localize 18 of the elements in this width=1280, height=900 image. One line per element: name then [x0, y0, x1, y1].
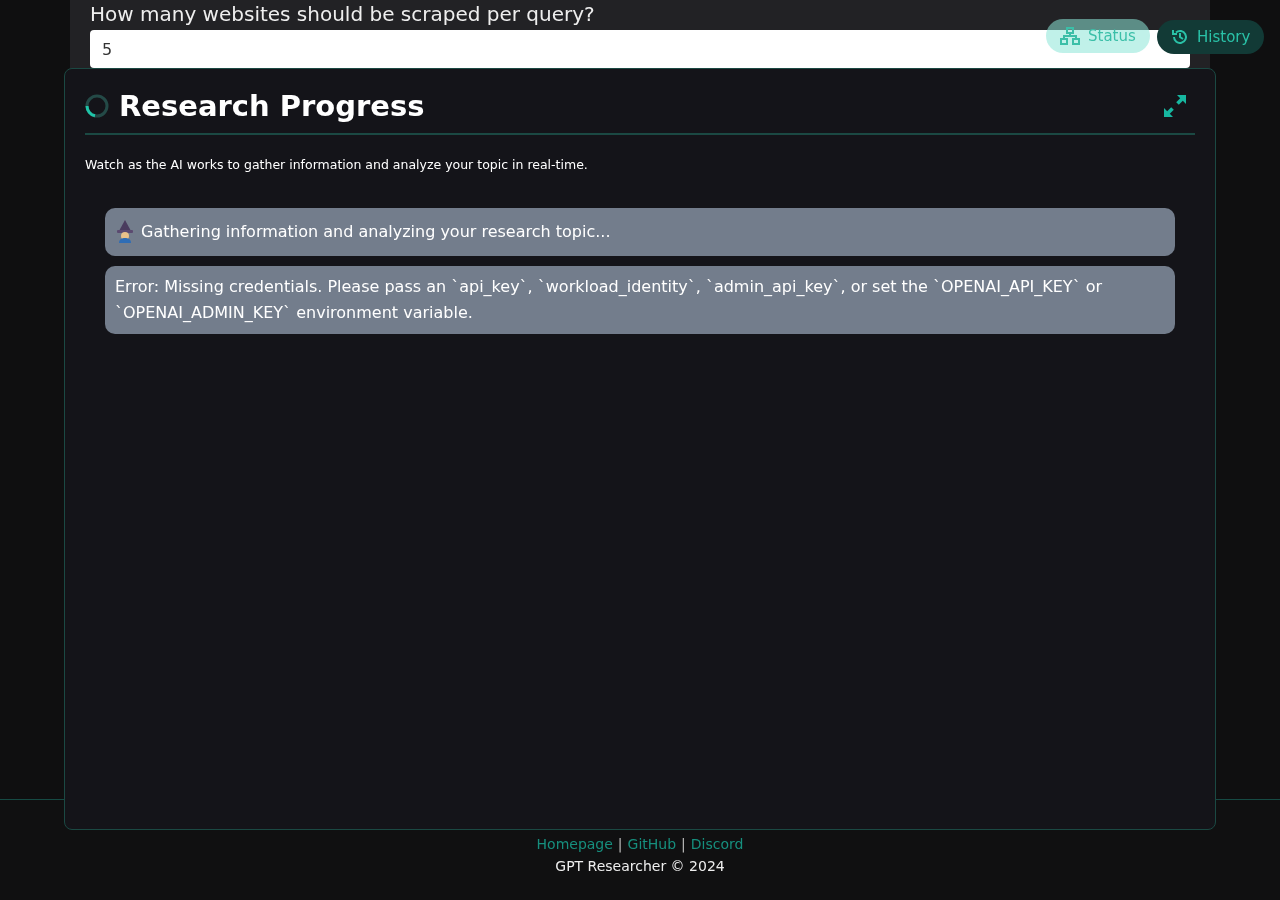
- expand-icon: [1163, 94, 1187, 118]
- spinner-icon: [85, 94, 109, 118]
- separator: |: [617, 836, 623, 852]
- history-button[interactable]: History: [1157, 20, 1265, 54]
- copyright-text: GPT Researcher © 2024: [555, 858, 725, 874]
- footer-link[interactable]: Discord: [690, 836, 744, 852]
- footer-link[interactable]: GitHub: [627, 836, 677, 852]
- separator: |: [681, 836, 686, 852]
- panel-title: Research Progress: [119, 89, 426, 123]
- wizard-icon: [115, 219, 135, 243]
- history-icon: [1171, 28, 1189, 46]
- status-message: Gathering information and analyzing your research topic...: [105, 208, 1175, 256]
- panel-subtitle: Watch as the AI works to gather information and analyze your topic in real-time.: [85, 157, 589, 172]
- expand-button[interactable]: [1163, 94, 1187, 118]
- error-message: Error: Missing credentials. Please pass an `api_key`, `workload_identity`, `admin_api_key`, or set the `OPENAI_API_KEY` or `OPENAI_ADMIN_KEY` environment variable.: [105, 266, 1175, 334]
- footer-link[interactable]: Homepage: [536, 836, 613, 852]
- network-icon: [1060, 27, 1080, 45]
- field-label: How many websites should be scraped per query?: [90, 2, 596, 26]
